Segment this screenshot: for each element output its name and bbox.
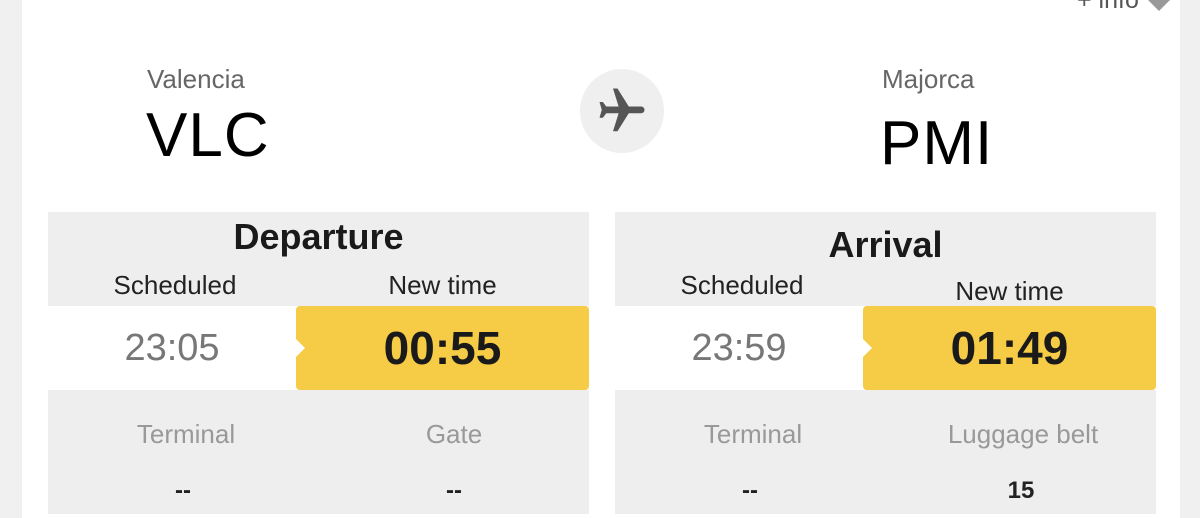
arrival-panel: Arrival Scheduled New time 23:59 01:49 T… <box>615 212 1156 514</box>
arrival-scheduled-time: 23:59 <box>691 326 787 369</box>
departure-new-time: 00:55 <box>295 306 589 390</box>
arrival-terminal-value: -- <box>742 477 758 504</box>
arrival-title: Arrival <box>828 224 943 265</box>
more-info-button[interactable]: + info <box>1077 0 1171 15</box>
arrival-luggage-belt-value: 15 <box>1007 477 1035 504</box>
departure-time-row: 23:05 00:55 <box>48 306 589 390</box>
plane-icon <box>580 69 664 153</box>
destination-city: Majorca <box>882 64 975 94</box>
arrival-new-time: 01:49 <box>862 306 1156 390</box>
more-info-label: + info <box>1077 0 1139 14</box>
origin-code: VLC <box>146 101 270 170</box>
departure-title: Departure <box>233 216 404 257</box>
departure-new-time-label: New time <box>388 270 497 300</box>
departure-gate-value: -- <box>446 477 462 504</box>
arrival-time-row: 23:59 01:49 <box>615 306 1156 390</box>
arrival-new-time-label: New time <box>955 276 1064 306</box>
departure-terminal-value: -- <box>175 477 191 504</box>
origin-city: Valencia <box>147 64 245 94</box>
flight-card: + info Valencia VLC Majorca PMI Departur… <box>22 0 1180 518</box>
chevron-down-icon <box>1146 0 1171 11</box>
departure-scheduled-time: 23:05 <box>124 326 220 369</box>
arrival-scheduled-label: Scheduled <box>680 270 804 300</box>
departure-gate-label: Gate <box>425 419 483 449</box>
arrival-luggage-belt-label: Luggage belt <box>947 419 1099 449</box>
destination-code: PMI <box>880 109 994 178</box>
departure-scheduled-label: Scheduled <box>113 270 237 300</box>
departure-panel: Departure Scheduled New time 23:05 00:55… <box>48 212 589 514</box>
departure-terminal-label: Terminal <box>136 419 236 449</box>
arrival-terminal-label: Terminal <box>703 419 803 449</box>
